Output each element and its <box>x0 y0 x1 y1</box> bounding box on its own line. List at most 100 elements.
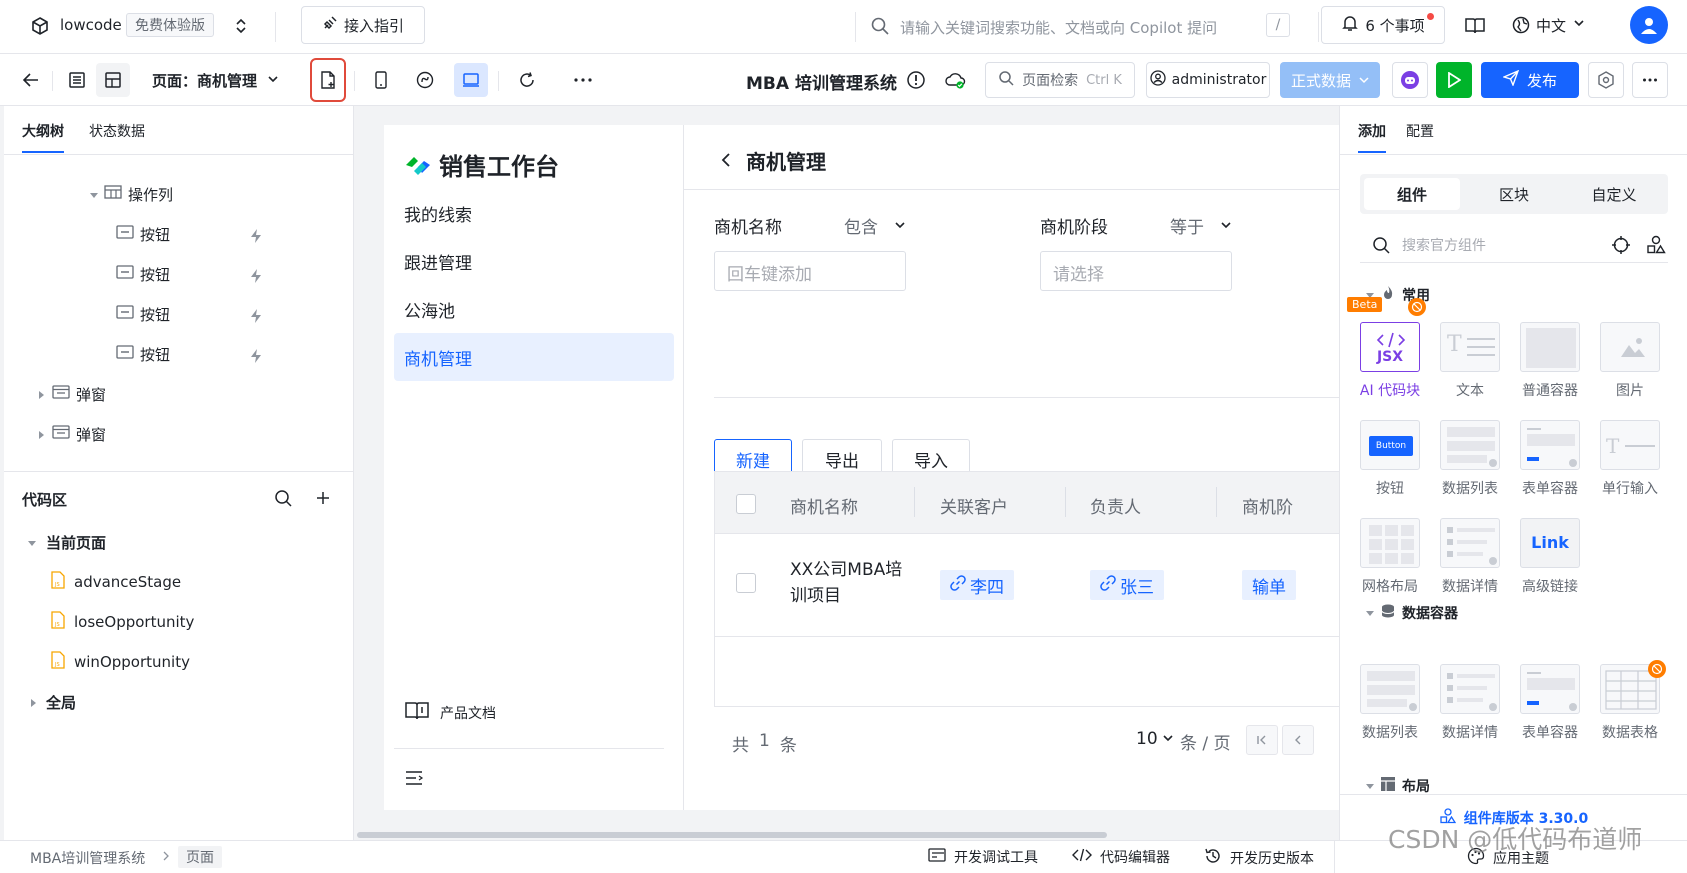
tab-outline-tree[interactable]: 大纲树 <box>22 121 64 153</box>
section-data-containers[interactable]: 数据容器 <box>1366 603 1458 623</box>
back-arrow-icon[interactable] <box>14 63 48 97</box>
component-single-input[interactable]: T 单行输入 <box>1594 420 1666 498</box>
app-name[interactable]: lowcode <box>60 16 122 34</box>
component-grid-layout[interactable]: 网格布局 <box>1354 518 1426 596</box>
global-search-input[interactable]: 请输入关键词搜索功能、文档或向 Copilot 提问 <box>900 17 1217 38</box>
column-header-customer[interactable]: 关联客户 <box>940 493 1008 518</box>
select-all-checkbox[interactable] <box>736 494 756 514</box>
lightning-icon[interactable] <box>248 308 264 328</box>
breadcrumb-page[interactable]: 页面 <box>178 846 222 868</box>
tree-node-button[interactable]: 按钮 <box>116 259 170 289</box>
guide-button[interactable]: 接入指引 <box>301 6 425 44</box>
back-chevron-icon[interactable] <box>720 152 732 172</box>
component-data-detail[interactable]: 数据详情 <box>1434 664 1506 742</box>
segment-custom[interactable]: 自定义 <box>1566 178 1662 210</box>
component-container[interactable]: 普通容器 <box>1514 322 1586 400</box>
page-size-select[interactable]: 10 <box>1136 729 1174 749</box>
nav-item-my-leads[interactable]: 我的线索 <box>394 189 674 237</box>
component-form-container[interactable]: 表单容器 <box>1514 420 1586 498</box>
mini-program-icon[interactable] <box>408 63 442 97</box>
nav-item-follow-up[interactable]: 跟进管理 <box>394 237 674 285</box>
tab-add[interactable]: 添加 <box>1358 121 1386 153</box>
dev-history[interactable]: 开发历史版本 <box>1204 847 1314 869</box>
component-search-input[interactable]: 搜索官方组件 <box>1402 235 1486 255</box>
first-page-icon[interactable] <box>1246 725 1278 755</box>
component-form-container[interactable]: 表单容器 <box>1514 664 1586 742</box>
component-data-list[interactable]: 数据列表 <box>1354 664 1426 742</box>
current-page-select[interactable]: 页面：商机管理 <box>152 70 257 91</box>
user-button[interactable]: administrator <box>1146 62 1270 98</box>
filter-operator-stage[interactable]: 等于 <box>1170 213 1204 238</box>
customer-link[interactable]: 李四 <box>940 570 1014 600</box>
book-icon[interactable] <box>1464 16 1486 40</box>
tree-node-global[interactable]: 全局 <box>30 687 76 717</box>
nav-item-public-pool[interactable]: 公海池 <box>394 285 674 333</box>
code-editor[interactable]: 代码编辑器 <box>1072 847 1170 867</box>
ai-copilot-icon[interactable] <box>1392 62 1428 98</box>
todo-button[interactable]: 6 个事项 <box>1321 6 1445 44</box>
component-ai-code-block[interactable]: JSX AI 代码块 <box>1354 322 1426 400</box>
code-file-item[interactable]: JS winOpportunity <box>50 647 190 677</box>
component-advanced-link[interactable]: Link 高级链接 <box>1514 518 1586 596</box>
globe-icon[interactable] <box>1512 16 1530 38</box>
nav-item-opportunity[interactable]: 商机管理 <box>394 333 674 381</box>
column-header-stage[interactable]: 商机阶 <box>1242 493 1293 518</box>
page-search-button[interactable]: 页面检索 Ctrl K <box>985 62 1135 98</box>
component-data-detail[interactable]: 数据详情 <box>1434 518 1506 596</box>
avatar[interactable] <box>1630 6 1668 44</box>
filter-operator-name[interactable]: 包含 <box>844 213 878 238</box>
crosshair-icon[interactable] <box>1611 235 1631 259</box>
breadcrumb-app[interactable]: MBA培训管理系统 <box>30 848 145 868</box>
tree-node-button[interactable]: 按钮 <box>116 339 170 369</box>
run-preview-icon[interactable] <box>1436 62 1472 98</box>
code-file-item[interactable]: JS advanceStage <box>50 567 181 597</box>
environment-select[interactable]: 正式数据 <box>1280 62 1380 98</box>
settings-hex-icon[interactable] <box>1588 62 1624 98</box>
tree-node-modal[interactable]: 弹窗 <box>38 419 106 449</box>
filter-select-stage[interactable]: 请选择 <box>1040 251 1232 291</box>
component-text[interactable]: T 文本 <box>1434 322 1506 400</box>
code-file-item[interactable]: JS loseOpportunity <box>50 607 194 637</box>
product-docs-link[interactable]: 产品文档 <box>404 700 496 726</box>
tree-node-current-page[interactable]: 当前页面 <box>28 527 106 557</box>
plus-icon[interactable] <box>315 490 331 510</box>
filter-input-name[interactable]: 回车键添加 <box>714 251 906 291</box>
column-header-owner[interactable]: 负责人 <box>1090 493 1141 518</box>
more-icon[interactable] <box>1632 62 1668 98</box>
search-icon[interactable] <box>274 489 292 511</box>
tab-state-data[interactable]: 状态数据 <box>89 121 145 141</box>
dev-debug-tools[interactable]: 开发调试工具 <box>928 847 1038 867</box>
component-image[interactable]: 图片 <box>1594 322 1666 400</box>
language-select[interactable]: 中文 <box>1536 15 1566 36</box>
switch-app-icon[interactable] <box>234 16 248 40</box>
row-checkbox[interactable] <box>736 573 756 593</box>
tree-node-button[interactable]: 按钮 <box>116 299 170 329</box>
mobile-icon[interactable] <box>364 63 398 97</box>
shapes-icon[interactable] <box>1646 235 1666 259</box>
new-page-icon[interactable] <box>310 58 346 102</box>
desktop-icon[interactable] <box>454 63 488 97</box>
menu-collapse-icon[interactable] <box>404 770 424 790</box>
canvas-scrollbar-thumb[interactable] <box>357 832 1107 838</box>
component-data-list[interactable]: 数据列表 <box>1434 420 1506 498</box>
refresh-icon[interactable] <box>510 63 544 97</box>
tree-node-button[interactable]: 按钮 <box>116 219 170 249</box>
component-library-version[interactable]: 组件库版本 3.30.0 <box>1340 794 1687 840</box>
layout-icon[interactable] <box>96 63 130 97</box>
app-theme[interactable]: 应用主题 <box>1467 847 1549 869</box>
page-list-icon[interactable] <box>60 63 94 97</box>
lightning-icon[interactable] <box>248 228 264 248</box>
column-header-name[interactable]: 商机名称 <box>790 493 858 518</box>
info-icon[interactable] <box>906 70 926 94</box>
owner-link[interactable]: 张三 <box>1090 570 1164 600</box>
more-icon[interactable] <box>566 63 600 97</box>
prev-page-icon[interactable] <box>1282 725 1314 755</box>
section-layout[interactable]: 布局 <box>1366 776 1430 796</box>
publish-button[interactable]: 发布 <box>1481 62 1579 98</box>
tree-node-modal[interactable]: 弹窗 <box>38 379 106 409</box>
segment-blocks[interactable]: 区块 <box>1466 178 1562 210</box>
component-button[interactable]: Button 按钮 <box>1354 420 1426 498</box>
lightning-icon[interactable] <box>248 268 264 288</box>
tree-node-operation-column[interactable]: 操作列 <box>90 179 173 209</box>
lightning-icon[interactable] <box>248 348 264 368</box>
